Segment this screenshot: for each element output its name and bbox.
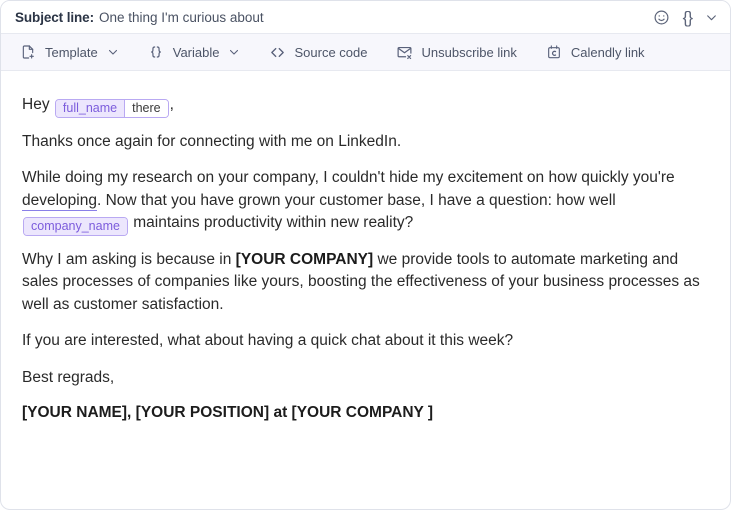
toolbar-variable-button[interactable]: Variable [141, 39, 247, 65]
subject-line-label: Subject line: [15, 9, 94, 25]
toolbar-calendly-link-label: Calendly link [570, 44, 645, 60]
braces-icon [147, 43, 165, 61]
toolbar-source-code-label: Source code [294, 44, 368, 60]
paragraph-4: If you are interested, what about having… [22, 332, 514, 349]
toolbar-template-button[interactable]: Template [13, 39, 125, 65]
subject-line-bar: Subject line: One thing I'm curious abou… [1, 1, 730, 34]
toolbar-source-code-button[interactable]: Source code [262, 39, 373, 65]
subject-line-actions: {} [653, 9, 718, 26]
envelope-x-icon [395, 43, 413, 61]
chevron-down-icon[interactable] [228, 46, 240, 58]
editor-toolbar: Template Variable Source code Unsubscrib… [1, 34, 730, 71]
variable-chip-fallback: there [124, 99, 168, 117]
chevron-down-icon[interactable] [107, 46, 119, 58]
paragraph-2: While doing my research on your company,… [22, 167, 708, 236]
paragraph-3-company-placeholder: [YOUR COMPANY] [235, 250, 374, 268]
greeting-paragraph: Hey full_name there, [22, 94, 708, 118]
greeting-trail: , [169, 96, 174, 113]
subject-line-input[interactable]: One thing I'm curious about [99, 10, 264, 25]
paragraph-3: Why I am asking is because in [YOUR COMP… [22, 249, 708, 317]
toolbar-calendly-link-button[interactable]: Calendly link [539, 39, 651, 65]
file-plus-icon [19, 43, 37, 61]
variable-chip-key: full_name [55, 99, 125, 117]
paragraph-2-part1: While doing my research on your company,… [22, 169, 675, 186]
toolbar-template-label: Template [45, 44, 98, 60]
misspelled-word[interactable]: developing [22, 191, 97, 211]
greeting-lead: Hey [22, 96, 50, 113]
paragraph-3-part1: Why I am asking is because in [22, 250, 236, 268]
email-body-editor[interactable]: Hey full_name there, Thanks once again fo… [1, 71, 730, 425]
paragraph-1: Thanks once again for connecting with me… [22, 132, 402, 150]
variable-chip-key: company_name [24, 217, 127, 235]
code-brackets-icon [268, 43, 286, 61]
signature-line: [YOUR NAME], [YOUR POSITION] at [YOUR CO… [22, 404, 434, 421]
closing-line: Best regrads, [22, 368, 115, 386]
calendar-c-icon [545, 43, 563, 61]
variable-chip-full-name[interactable]: full_name there [54, 98, 169, 118]
emoji-icon[interactable] [653, 9, 670, 26]
variable-chip-company-name[interactable]: company_name [23, 216, 128, 236]
toolbar-unsubscribe-link-button[interactable]: Unsubscribe link [389, 39, 522, 65]
variable-braces-icon[interactable]: {} [683, 9, 693, 26]
chevron-down-icon[interactable] [705, 11, 718, 24]
toolbar-variable-label: Variable [172, 44, 220, 60]
paragraph-2-part2: . Now that you have grown your customer … [96, 191, 616, 209]
toolbar-unsubscribe-link-label: Unsubscribe link [421, 44, 517, 60]
paragraph-2-part3: maintains productivity within new realit… [128, 214, 414, 231]
email-editor-window: Subject line: One thing I'm curious abou… [0, 0, 731, 510]
